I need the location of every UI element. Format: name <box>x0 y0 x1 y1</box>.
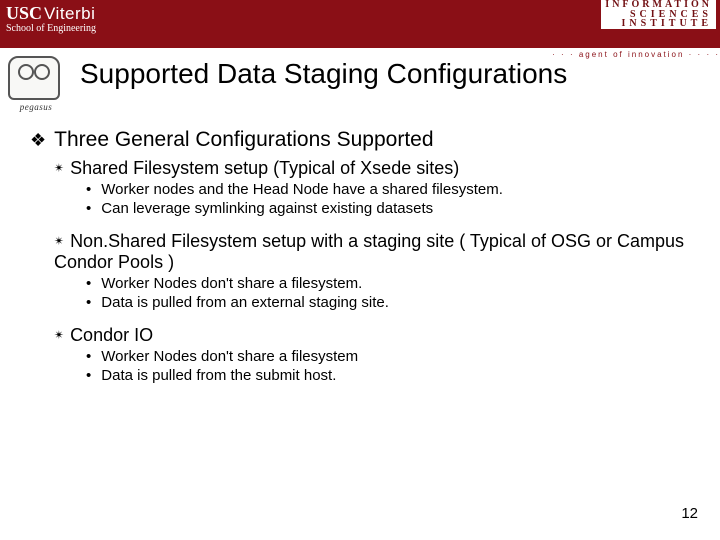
bullet-list: Worker Nodes don't share a filesystem Da… <box>86 348 690 384</box>
list-item: Data is pulled from the submit host. <box>86 367 690 384</box>
main-heading: Three General Configurations Supported <box>30 128 690 152</box>
pegasus-label: pegasus <box>8 102 64 112</box>
slide-title: Supported Data Staging Configurations <box>80 58 567 90</box>
list-item: Worker nodes and the Head Node have a sh… <box>86 181 690 198</box>
page-number: 12 <box>681 505 698 522</box>
section-heading: Condor IO <box>54 325 690 346</box>
section-heading: Shared Filesystem setup (Typical of Xsed… <box>54 158 690 179</box>
list-item: Can leverage symlinking against existing… <box>86 200 690 217</box>
bullet-list: Worker Nodes don't share a filesystem. D… <box>86 275 690 311</box>
tagline-dots: · · · agent of innovation · · · · <box>552 50 720 59</box>
header-bar: USCViterbi School of Engineering INFORMA… <box>0 0 720 48</box>
isi-logo: INFORMATION SCIENCES INSTITUTE <box>601 0 716 29</box>
school-text: School of Engineering <box>6 24 96 34</box>
section-heading: Non.Shared Filesystem setup with a stagi… <box>54 231 690 273</box>
viterbi-text: Viterbi <box>44 4 95 23</box>
bullet-list: Worker nodes and the Head Node have a sh… <box>86 181 690 217</box>
list-item: Data is pulled from an external staging … <box>86 294 690 311</box>
pegasus-icon <box>8 56 60 100</box>
list-item: Worker Nodes don't share a filesystem <box>86 348 690 365</box>
pegasus-logo: pegasus <box>8 56 64 116</box>
usc-viterbi-logo: USCViterbi School of Engineering <box>6 4 96 34</box>
usc-text: USC <box>6 3 42 23</box>
slide-content: Three General Configurations Supported S… <box>30 128 690 398</box>
list-item: Worker Nodes don't share a filesystem. <box>86 275 690 292</box>
isi-line3: INSTITUTE <box>605 19 712 29</box>
